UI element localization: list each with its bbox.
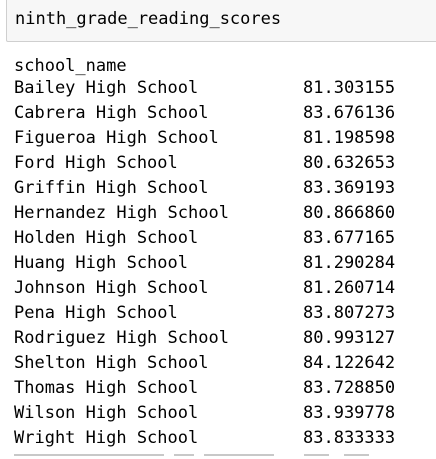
reading-score-value: 83.939778	[303, 403, 396, 423]
reading-score-value: 83.807273	[303, 303, 396, 323]
reading-score-value: 83.728850	[303, 378, 396, 398]
school-name-label: Wilson High School	[14, 403, 199, 423]
code-input-text[interactable]: ninth_grade_reading_scores	[15, 9, 281, 29]
series-row: Rodriguez High School 80.993127	[14, 326, 434, 351]
school-name-label: Griffin High School	[14, 178, 209, 198]
reading-score-value: 84.122642	[303, 353, 396, 373]
reading-score-value: 81.303155	[303, 78, 396, 98]
series-row: Hernandez High School 80.866860	[14, 201, 434, 226]
school-name-label: Hernandez High School	[14, 203, 229, 223]
series-row: Wilson High School 83.939778	[14, 401, 434, 426]
series-row: Bailey High School 81.303155	[14, 76, 434, 101]
series-row: Griffin High School 83.369193	[14, 176, 434, 201]
school-name-label: Shelton High School	[14, 353, 209, 373]
series-row: Thomas High School 83.728850	[14, 376, 434, 401]
reading-score-value: 81.260714	[303, 278, 396, 298]
reading-score-value: 81.198598	[303, 128, 396, 148]
school-name-label: Holden High School	[14, 228, 199, 248]
school-name-label: Rodriguez High School	[14, 328, 229, 348]
reading-score-value: 83.833333	[303, 428, 396, 448]
series-row: Huang High School 81.290284	[14, 251, 434, 276]
school-name-label: Bailey High School	[14, 78, 199, 98]
series-row: Wright High School 83.833333	[14, 426, 434, 451]
reading-score-value: 81.290284	[303, 253, 396, 273]
code-input-cell[interactable]: ninth_grade_reading_scores	[6, 0, 436, 42]
school-name-label: Johnson High School	[14, 278, 209, 298]
series-row: Johnson High School 81.260714	[14, 276, 434, 301]
reading-score-value: 83.676136	[303, 103, 396, 123]
school-name-label: Huang High School	[14, 253, 188, 273]
reading-score-value: 80.632653	[303, 153, 396, 173]
school-name-label: Wright High School	[14, 428, 199, 448]
series-index-name: school_name	[14, 56, 127, 76]
school-name-label: Cabrera High School	[14, 103, 209, 123]
series-row: Cabrera High School 83.676136	[14, 101, 434, 126]
series-row: Ford High School 80.632653	[14, 151, 434, 176]
output-area: school_name Bailey High School 81.303155 C…	[14, 56, 434, 451]
school-name-label: Thomas High School	[14, 378, 199, 398]
reading-score-value: 83.677165	[303, 228, 396, 248]
cutoff-partial-line	[14, 452, 434, 459]
series-row: Shelton High School 84.122642	[14, 351, 434, 376]
school-name-label: Ford High School	[14, 153, 178, 173]
school-name-label: Figueroa High School	[14, 128, 219, 148]
series-row: Figueroa High School 81.198598	[14, 126, 434, 151]
reading-score-value: 83.369193	[303, 178, 396, 198]
series-rows: Bailey High School 81.303155 Cabrera High …	[14, 76, 434, 451]
reading-score-value: 80.866860	[303, 203, 396, 223]
school-name-label: Pena High School	[14, 303, 178, 323]
reading-score-value: 80.993127	[303, 328, 396, 348]
series-row: Pena High School 83.807273	[14, 301, 434, 326]
series-row: Holden High School 83.677165	[14, 226, 434, 251]
